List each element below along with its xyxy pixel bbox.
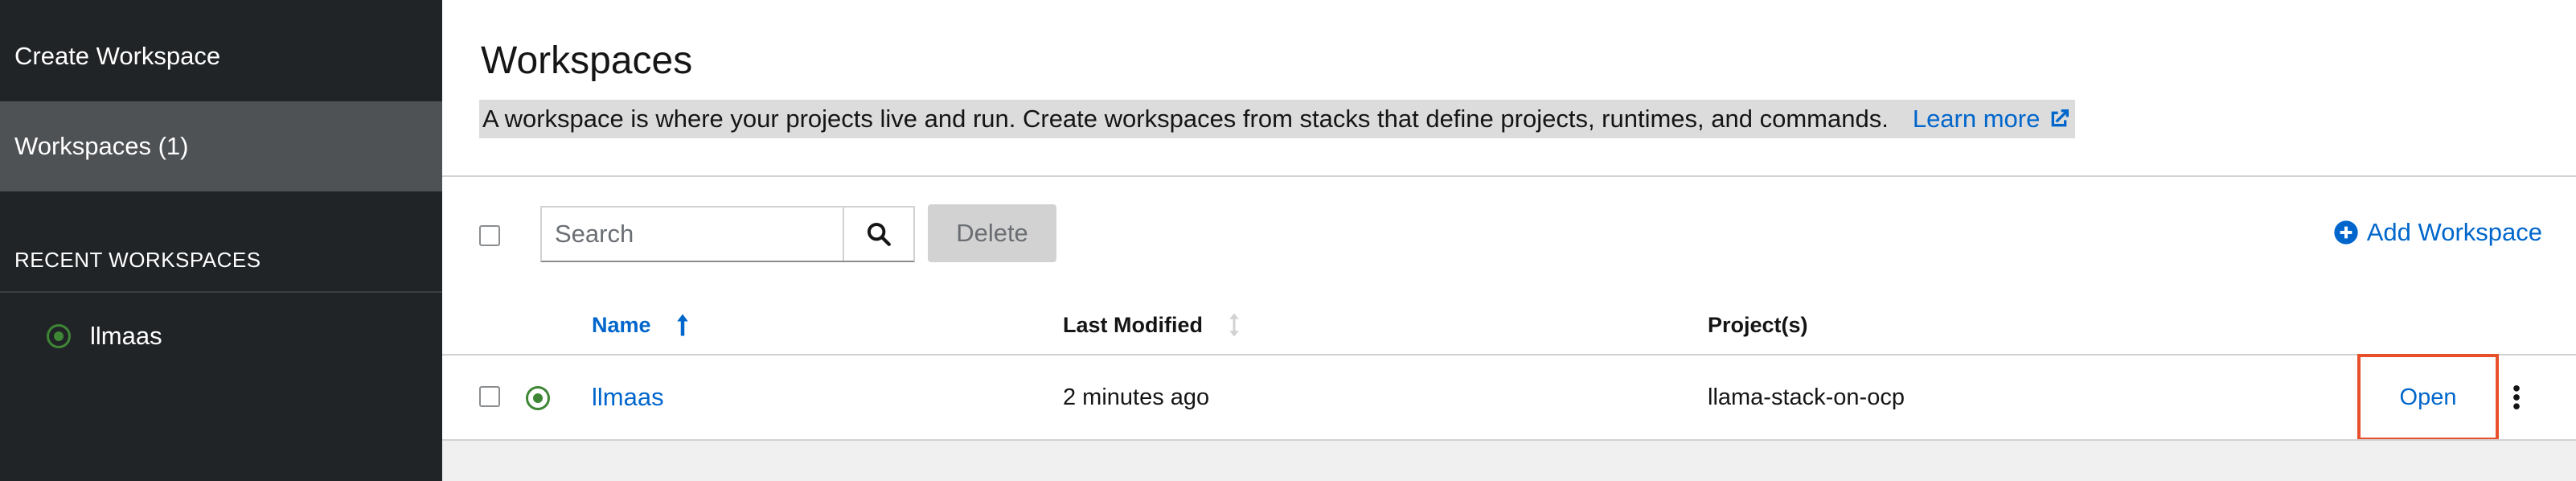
row-checkbox[interactable] [479, 386, 500, 407]
main-content: Workspaces A workspace is where your pro… [442, 0, 2576, 481]
page-title: Workspaces [481, 39, 693, 82]
sidebar-recent-item[interactable]: llmaas [47, 315, 162, 357]
column-header-name[interactable]: Name [592, 309, 690, 341]
sort-ascending-icon [676, 314, 688, 336]
sidebar-item-label: Workspaces (1) [14, 132, 189, 160]
row-actions-button[interactable] [2500, 380, 2533, 415]
page-description: A workspace is where your projects live … [479, 100, 2076, 138]
app-root: Create Workspace Workspaces (1) RECENT W… [0, 0, 2576, 481]
column-header-label: Name [592, 312, 651, 337]
sort-unsorted-icon [1229, 313, 1239, 337]
sidebar-divider [0, 291, 442, 293]
workspace-name-link[interactable]: llmaas [592, 380, 664, 415]
description-text: A workspace is where your projects live … [482, 105, 1889, 133]
last-modified-cell: 2 minutes ago [1063, 384, 1210, 410]
column-header-projects: Project(s) [1708, 309, 1808, 341]
page-background [442, 441, 2576, 481]
external-link-icon [2052, 109, 2069, 127]
add-workspace-label: Add Workspace [2366, 218, 2542, 246]
open-workspace-button[interactable]: Open [2357, 354, 2499, 441]
header-divider [442, 175, 2576, 177]
search-icon [867, 222, 891, 246]
column-header-label: Last Modified [1063, 312, 1203, 337]
sidebar-recent-label: llmaas [90, 322, 162, 350]
table-row: llmaas 2 minutes ago llama-stack-on-ocp … [442, 354, 2576, 441]
add-workspace-button[interactable]: Add Workspace [2333, 214, 2542, 251]
column-header-label: Project(s) [1708, 312, 1808, 337]
delete-button[interactable]: Delete [928, 204, 1056, 262]
search-button[interactable] [843, 208, 913, 261]
recent-workspaces-heading: RECENT WORKSPACES [14, 248, 261, 272]
column-header-last-modified[interactable]: Last Modified [1063, 309, 1241, 341]
sidebar-item-create-workspace[interactable]: Create Workspace [0, 11, 442, 101]
running-status-icon [47, 324, 71, 348]
sidebar-item-label: Create Workspace [14, 42, 221, 70]
search-group [540, 206, 915, 262]
kebab-icon [2513, 384, 2520, 410]
learn-more-link[interactable]: Learn more [1913, 105, 2073, 134]
sidebar-item-workspaces[interactable]: Workspaces (1) [0, 101, 442, 191]
sidebar: Create Workspace Workspaces (1) RECENT W… [0, 0, 442, 481]
search-input[interactable] [542, 208, 843, 261]
projects-cell: llama-stack-on-ocp [1708, 384, 1905, 410]
plus-circle-icon [2334, 220, 2358, 245]
running-status-icon [526, 386, 550, 410]
learn-more-label: Learn more [1912, 105, 2041, 133]
select-all-checkbox[interactable] [479, 225, 500, 246]
